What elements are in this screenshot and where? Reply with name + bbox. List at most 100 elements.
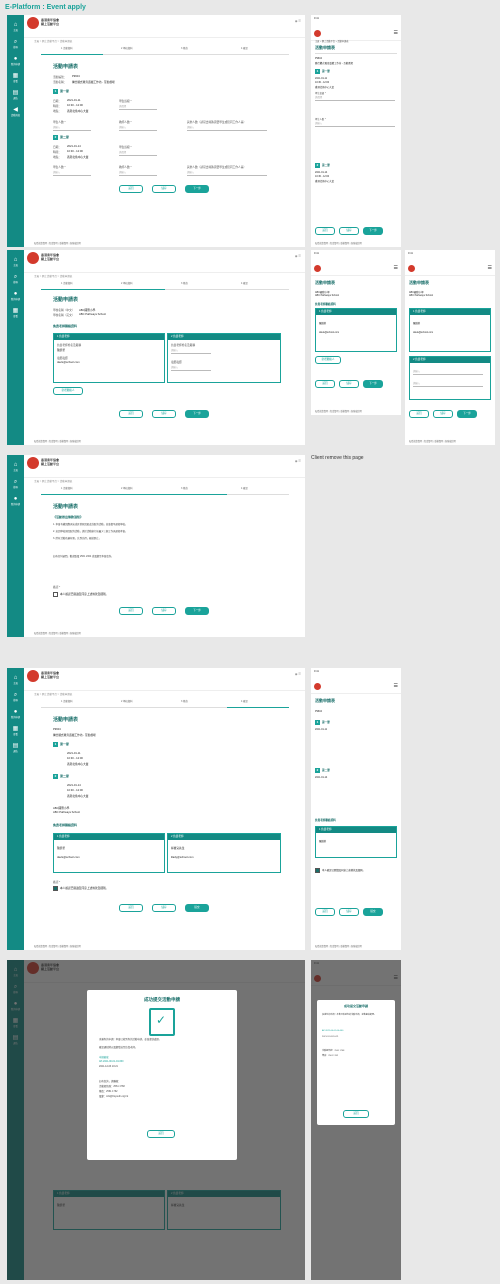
teacher-name-input[interactable]: 請輸入: [413, 369, 483, 375]
email-value: davis@school.com: [413, 331, 434, 334]
date-label: 日期：: [53, 100, 62, 103]
desktop-screen-step4: ⌂ 主頁 ⌕ 搜尋 ● 我的申請 ▦ 查看 ▤ 通告 香港青年協會 網上活動平台 ◉ ☰ 主…: [7, 668, 305, 950]
contacts-title: 負責老師聯絡資料: [53, 823, 78, 827]
sidebar-item-view[interactable]: ▦查看: [7, 308, 24, 318]
teacher-name-label: 負責老師姓名及職稱: [57, 344, 82, 347]
agree-checkbox[interactable]: 本人確認已閱讀及同意上述條款及細則。: [53, 886, 108, 891]
grade-select[interactable]: 請選擇: [119, 104, 157, 110]
session-1-header: 1 第一節: [315, 720, 330, 725]
prev-button[interactable]: 返回: [119, 607, 143, 615]
email-input[interactable]: 請輸入: [171, 365, 211, 371]
prev-button[interactable]: 返回: [315, 380, 335, 388]
prev-button[interactable]: 返回: [119, 904, 143, 912]
form-title: 活動申請表: [53, 717, 79, 723]
remarks-input[interactable]: 請輸入: [187, 170, 267, 176]
save-button[interactable]: 儲存: [433, 410, 453, 418]
menu-icon[interactable]: ☰: [394, 684, 398, 689]
email-input[interactable]: 請輸入: [413, 381, 483, 387]
form-title: 活動申請表: [53, 64, 79, 70]
sidebar-item-search[interactable]: ⌕搜尋: [7, 479, 24, 489]
status-bar: 9:41: [408, 252, 413, 255]
sidebar-item-notice[interactable]: ▤通告: [7, 743, 24, 753]
teachers-input[interactable]: 請輸入: [119, 125, 157, 131]
sidebar-item-view[interactable]: ▦查看: [7, 73, 24, 83]
session-1-header: 1 第一節: [53, 89, 70, 94]
status-bar: 9:41: [314, 670, 319, 673]
sidebar-item-search[interactable]: ⌕搜尋: [7, 274, 24, 284]
logo-icon: [314, 683, 321, 690]
menu-icon[interactable]: ☰: [394, 266, 398, 271]
add-contact-button[interactable]: 新增聯絡人: [53, 387, 83, 395]
contact-card-1: 1 負責老師 陳錦華: [315, 826, 397, 858]
modal-close-button[interactable]: 返回: [147, 1130, 175, 1138]
user-menu-icon[interactable]: ◉ ☰: [295, 19, 301, 23]
sidebar-item-home[interactable]: ⌂主頁: [7, 22, 24, 32]
sidebar-item-home[interactable]: ⌂主頁: [7, 462, 24, 472]
user-icon: ●: [13, 496, 18, 502]
teacher-name-input[interactable]: 請輸入: [171, 348, 211, 354]
next-button[interactable]: 下一步: [185, 185, 209, 193]
next-button[interactable]: 下一步: [363, 380, 383, 388]
form-title: 活動申請表: [315, 45, 335, 50]
user-menu-icon[interactable]: ◉ ☰: [295, 672, 301, 676]
save-button[interactable]: 儲存: [152, 185, 176, 193]
email-value: davis@school.com: [319, 331, 340, 334]
next-button[interactable]: 下一步: [457, 410, 477, 418]
modal-close-button[interactable]: 返回: [343, 1110, 369, 1118]
user-icon: ●: [13, 291, 18, 297]
students-input[interactable]: 請輸入: [53, 125, 91, 131]
sidebar-item-search[interactable]: ⌕搜尋: [7, 692, 24, 702]
venue-value: 香港北角中心大廈: [67, 156, 89, 159]
remarks-label: 其他人數（請寫出特殊需要學生或陪同工作人員）: [187, 121, 247, 124]
time-label: 時間：: [53, 151, 62, 154]
user-menu-icon[interactable]: ◉ ☰: [295, 254, 301, 258]
top-bar: 香港青年協會 網上活動平台 ◉ ☰: [24, 455, 305, 478]
agree-checkbox[interactable]: 本人確認已閱讀及同意上述條款及細則。: [53, 592, 108, 597]
next-button[interactable]: 下一步: [185, 410, 209, 418]
step-1: 1 活動資料: [61, 487, 73, 490]
sidebar: ⌂ 主頁 ⌕ 搜尋 ● 我的申請 ▦ 查看: [7, 250, 24, 445]
save-button[interactable]: 儲存: [339, 227, 359, 235]
sidebar-item-home[interactable]: ⌂主頁: [7, 675, 24, 685]
students-input[interactable]: 請輸入: [53, 170, 91, 176]
venue-value: 香港北角中心大廈: [67, 795, 89, 798]
sidebar-item-applications[interactable]: ●我的申請: [7, 709, 24, 719]
footer: 私隱政策聲明 | 免責聲明 | 版權聲明 | 無障礙說明: [409, 441, 456, 443]
save-button[interactable]: 儲存: [339, 380, 359, 388]
prev-button[interactable]: 返回: [119, 410, 143, 418]
mobile-screen-step2: 9:41 ☰ 活動申請表 ABC國際小學 ABC Pathways School…: [311, 250, 401, 415]
students-input[interactable]: 請輸入: [315, 121, 395, 127]
grade-select[interactable]: 請選擇: [315, 95, 395, 101]
user-menu-icon[interactable]: ◉ ☰: [295, 459, 301, 463]
prev-button[interactable]: 返回: [315, 908, 335, 916]
prev-button[interactable]: 返回: [315, 227, 335, 235]
submit-button[interactable]: 提交: [185, 904, 209, 912]
session-2-header: 2 第二節: [53, 774, 70, 779]
sidebar-item-applications[interactable]: ●我的申請: [7, 496, 24, 506]
sidebar-item-applications[interactable]: ●我的申請: [7, 56, 24, 66]
agree-checkbox[interactable]: 本人確認已閱讀及同意上述條款及細則。: [315, 868, 395, 873]
prev-button[interactable]: 返回: [119, 185, 143, 193]
save-button[interactable]: 儲存: [152, 607, 176, 615]
save-button[interactable]: 儲存: [152, 410, 176, 418]
sidebar-item-search[interactable]: ⌕搜尋: [7, 39, 24, 49]
search-icon: ⌕: [13, 692, 18, 698]
breadcrumb: 主頁 > 網上活動平台 > 活動申請表: [34, 40, 73, 43]
grade-select[interactable]: 請選擇: [119, 150, 157, 156]
sidebar-item-view[interactable]: ▦查看: [7, 726, 24, 736]
menu-icon[interactable]: ☰: [394, 31, 398, 36]
sidebar-item-notice[interactable]: ▤通告: [7, 90, 24, 100]
remarks-input[interactable]: 請輸入: [187, 125, 267, 131]
prev-button[interactable]: 返回: [409, 410, 429, 418]
save-button[interactable]: 儲存: [339, 908, 359, 916]
submit-button[interactable]: 提交: [363, 908, 383, 916]
next-button[interactable]: 下一步: [185, 607, 209, 615]
save-button[interactable]: 儲存: [152, 904, 176, 912]
menu-icon[interactable]: ☰: [488, 266, 492, 271]
add-contact-button[interactable]: 新增聯絡人: [315, 356, 341, 364]
teachers-input[interactable]: 請輸入: [119, 170, 157, 176]
next-button[interactable]: 下一步: [363, 227, 383, 235]
sidebar-item-applications[interactable]: ●我的申請: [7, 291, 24, 301]
sidebar-item-home[interactable]: ⌂主頁: [7, 257, 24, 267]
sidebar-item-news[interactable]: ◀ 活動消息: [7, 107, 24, 117]
